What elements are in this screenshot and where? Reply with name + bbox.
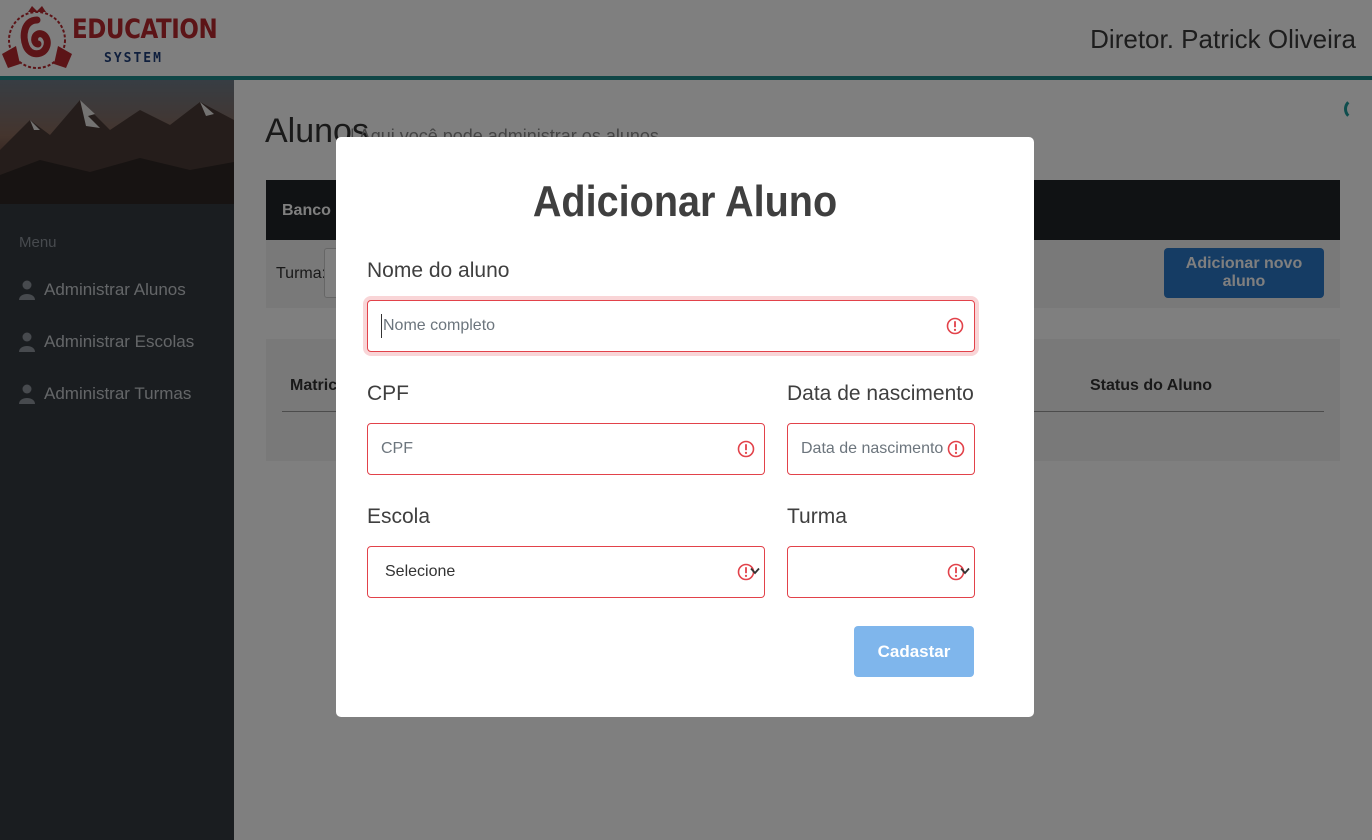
nome-label: Nome do aluno: [367, 259, 510, 282]
error-icon: [946, 317, 964, 335]
error-icon: [947, 440, 965, 458]
chevron-down-icon: [750, 567, 760, 575]
chevron-down-icon: [960, 567, 970, 575]
escola-label: Escola: [367, 505, 431, 528]
modal-title: Adicionar Aluno: [532, 177, 838, 226]
cpf-input[interactable]: CPF: [367, 423, 765, 475]
add-student-modal: Adicionar Aluno Nome do aluno Nome compl…: [336, 137, 1034, 717]
text-cursor: [381, 314, 382, 338]
nome-input[interactable]: Nome completo: [367, 300, 975, 352]
escola-select[interactable]: Selecione: [367, 546, 765, 598]
escola-selected-value: Selecione: [385, 563, 456, 580]
submit-button[interactable]: Cadastar: [854, 626, 974, 677]
cpf-label: CPF: [367, 382, 409, 405]
cpf-placeholder: CPF: [381, 440, 413, 457]
nome-placeholder: Nome completo: [383, 317, 496, 334]
turma-select[interactable]: [787, 546, 975, 598]
nascimento-placeholder: Data de nascimento: [801, 440, 944, 457]
turma-label: Turma: [787, 505, 847, 528]
error-icon: [737, 440, 755, 458]
nascimento-input[interactable]: Data de nascimento: [787, 423, 975, 475]
nascimento-label: Data de nascimento: [787, 382, 974, 405]
